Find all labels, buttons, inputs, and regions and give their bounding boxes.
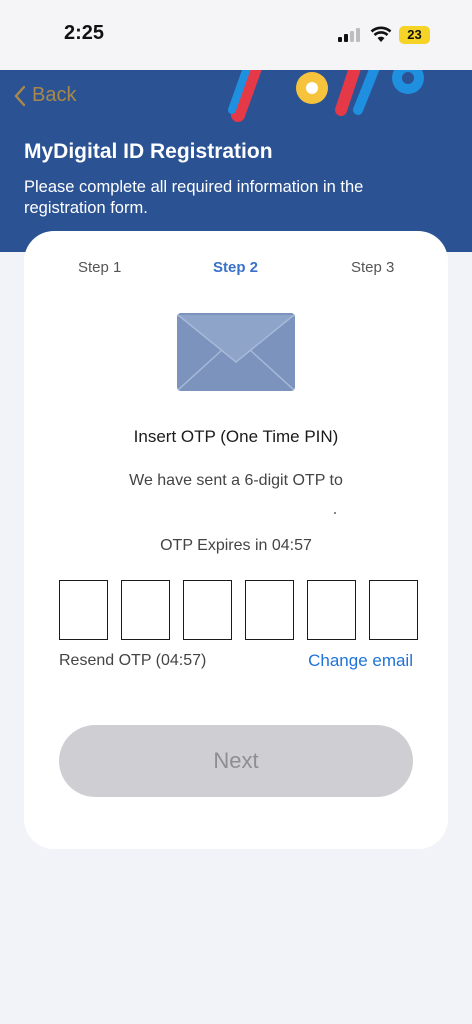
brand-logo-graphic — [228, 70, 424, 122]
masked-email-mark — [334, 512, 336, 514]
otp-digit-2[interactable] — [121, 580, 170, 640]
step-2-active: Step 2 — [213, 259, 259, 276]
otp-digit-6[interactable] — [369, 580, 418, 640]
status-time: 2:25 — [64, 22, 105, 44]
otp-digit-3[interactable] — [183, 580, 232, 640]
wifi-icon — [370, 26, 392, 42]
otp-expiry-timer: OTP Expires in 04:57 — [160, 537, 312, 554]
step-3: Step 3 — [351, 259, 395, 276]
resend-otp-countdown: Resend OTP (04:57) — [59, 652, 207, 669]
cellular-signal-icon — [338, 28, 360, 42]
back-button[interactable]: Back — [14, 84, 76, 107]
otp-digit-4[interactable] — [245, 580, 294, 640]
page-subtitle: Please complete all required information… — [24, 178, 364, 217]
battery-icon: 23 — [399, 26, 430, 44]
page-title: MyDigital ID Registration — [24, 140, 273, 163]
otp-card: Step 1 Step 2 Step 3 Insert OTP (One Tim… — [24, 231, 448, 849]
otp-title: Insert OTP (One Time PIN) — [133, 427, 339, 446]
status-bar: 2:25 23 — [0, 0, 472, 70]
registration-header: Back MyDigital ID Registration Please co… — [0, 70, 472, 252]
envelope-icon — [177, 313, 295, 391]
otp-digit-1[interactable] — [59, 580, 108, 640]
step-1: Step 1 — [78, 259, 122, 276]
step-indicator: Step 1 Step 2 Step 3 — [24, 259, 448, 279]
otp-digit-5[interactable] — [307, 580, 356, 640]
next-button[interactable]: Next — [59, 725, 413, 797]
otp-sent-message: We have sent a 6-digit OTP to — [129, 472, 343, 489]
back-label: Back — [32, 84, 77, 106]
change-email-link[interactable]: Change email — [308, 651, 413, 671]
otp-input-group — [59, 580, 418, 640]
chevron-left-icon — [14, 85, 26, 106]
